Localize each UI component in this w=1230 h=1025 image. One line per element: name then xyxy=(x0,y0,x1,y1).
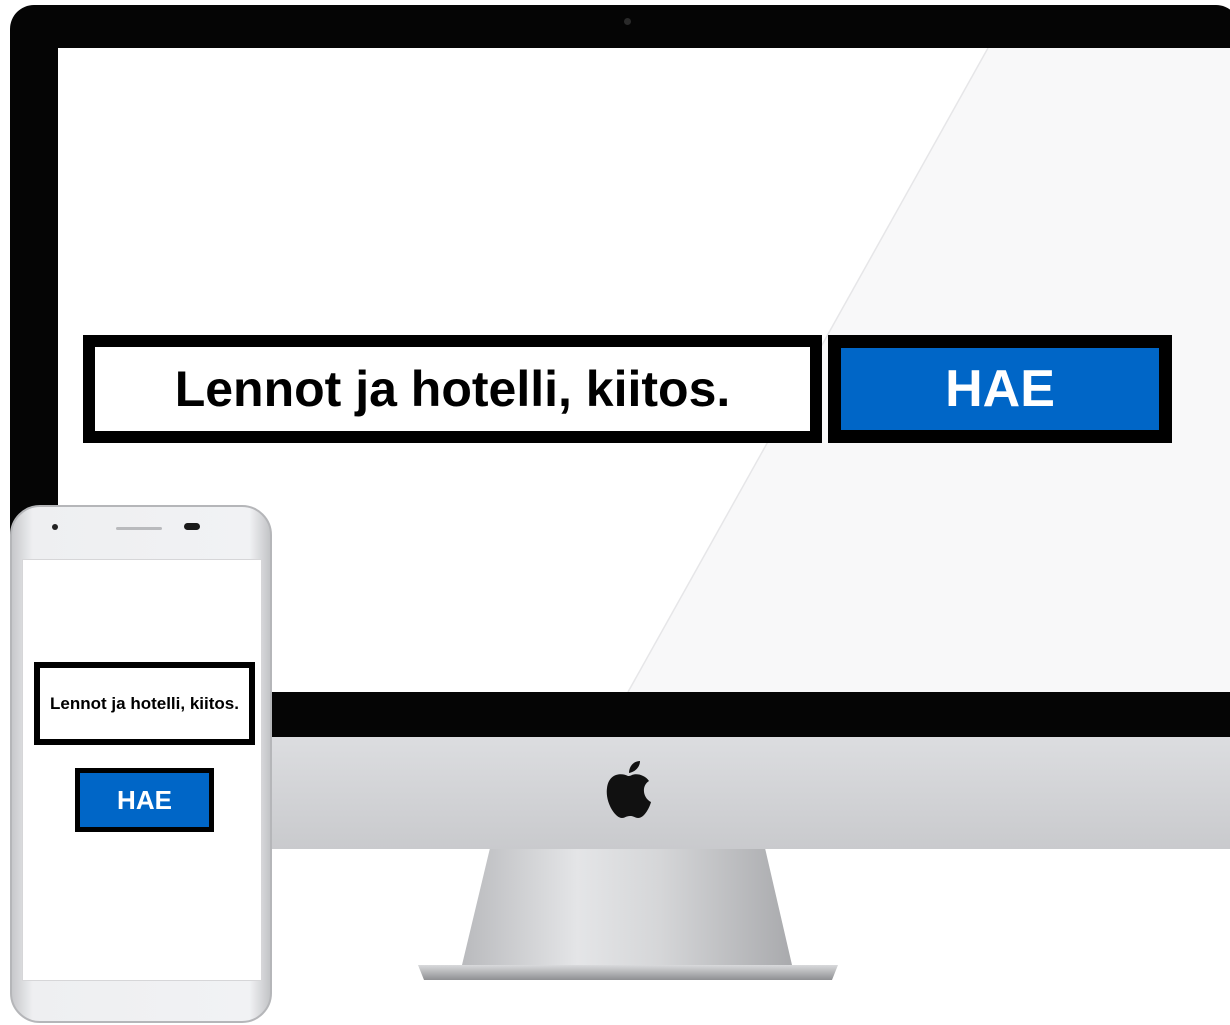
desktop-search-button-label: HAE xyxy=(841,348,1159,430)
webcam-icon xyxy=(624,18,631,25)
front-camera-icon xyxy=(184,523,200,530)
mobile-phone: Lennot ja hotelli, kiitos. HAE xyxy=(10,505,272,1023)
desktop-search-text: Lennot ja hotelli, kiitos. xyxy=(95,347,810,431)
desktop-search-input[interactable]: Lennot ja hotelli, kiitos. xyxy=(83,335,822,443)
mobile-search-text: Lennot ja hotelli, kiitos. xyxy=(40,668,249,739)
desktop-search-button[interactable]: HAE xyxy=(828,335,1172,443)
apple-icon xyxy=(606,761,651,818)
mobile-search-input[interactable]: Lennot ja hotelli, kiitos. xyxy=(34,662,255,745)
device-mockup: Lennot ja hotelli, kiitos. HAE Lennot ja… xyxy=(0,0,1230,1025)
mobile-screen: Lennot ja hotelli, kiitos. HAE xyxy=(22,559,262,981)
mobile-search-button[interactable]: HAE xyxy=(75,768,214,832)
earpiece-speaker xyxy=(116,527,162,530)
mobile-search-button-label: HAE xyxy=(80,773,209,827)
proximity-sensor-icon xyxy=(52,524,58,530)
